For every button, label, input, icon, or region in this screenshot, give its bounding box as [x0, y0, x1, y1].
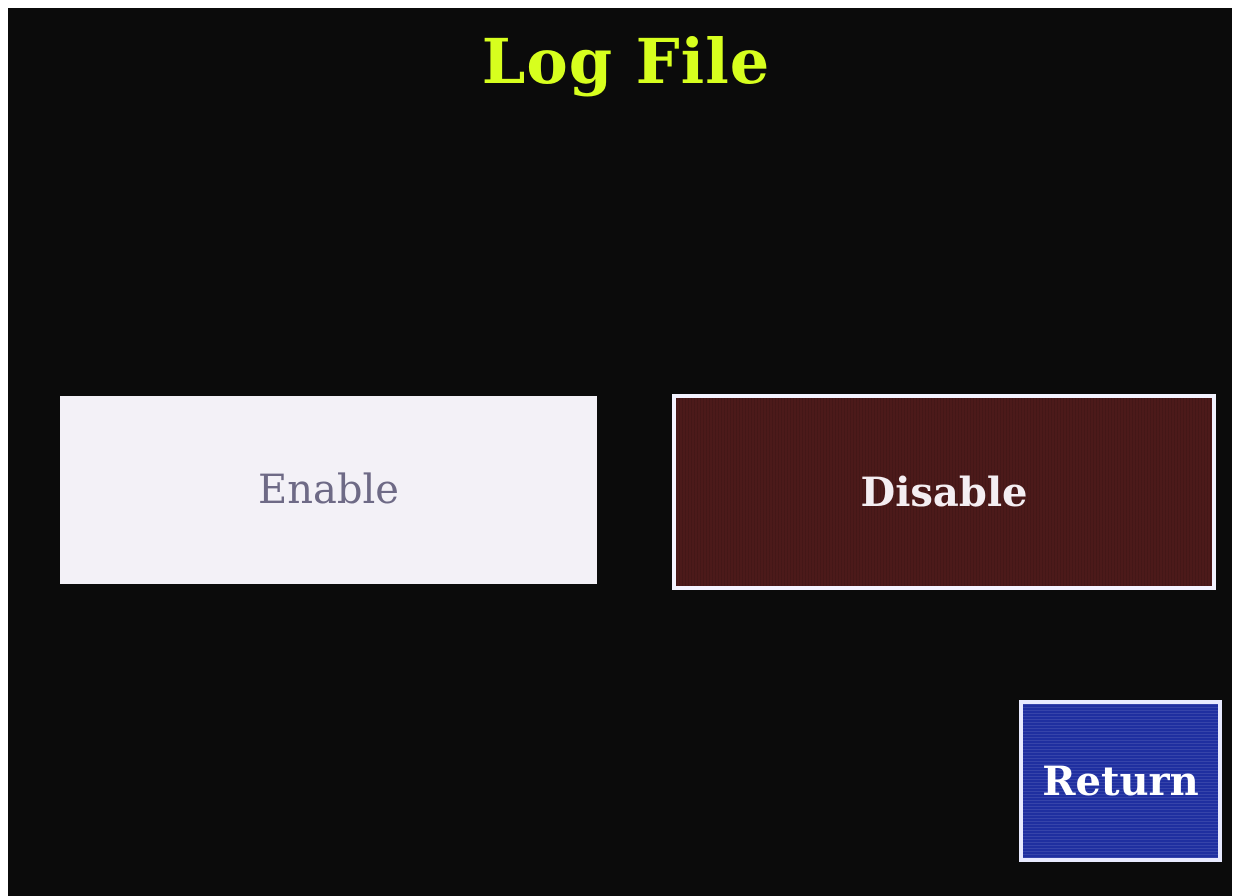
return-button[interactable]: Return: [1019, 700, 1222, 862]
enable-button-label: Enable: [258, 467, 399, 513]
return-button-label: Return: [1042, 757, 1199, 805]
log-file-screen: Log File Enable Disable Return: [8, 8, 1232, 896]
disable-button-label: Disable: [860, 468, 1028, 516]
page-title: Log File: [481, 25, 771, 98]
disable-button[interactable]: Disable: [672, 394, 1216, 590]
enable-button[interactable]: Enable: [60, 396, 597, 584]
